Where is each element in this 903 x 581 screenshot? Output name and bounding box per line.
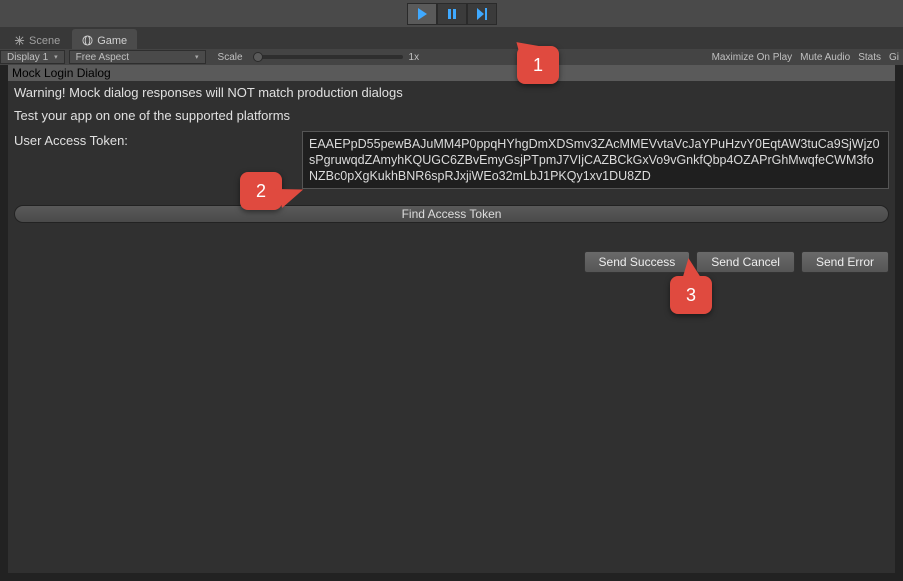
stats[interactable]: Stats [858,52,881,63]
play-icon [415,7,429,21]
scale-slider-knob[interactable] [253,52,263,62]
display-dropdown[interactable]: Display 1 ▾ [0,50,65,64]
playback-toolbar [0,0,903,27]
game-view: Mock Login Dialog Warning! Mock dialog r… [8,65,895,573]
annotation-1: 1 [517,46,559,84]
annotation-3-pointer [679,257,702,282]
tab-game-label: Game [97,35,127,47]
game-icon [82,35,93,46]
game-control-bar: Display 1 ▾ Free Aspect ▾ Scale 1x Maxim… [0,49,903,65]
mute-audio[interactable]: Mute Audio [800,52,850,63]
platform-hint: Test your app on one of the supported pl… [8,104,895,127]
send-error-button[interactable]: Send Error [801,251,889,273]
aspect-dropdown-label: Free Aspect [76,52,129,63]
warning-text: Warning! Mock dialog responses will NOT … [8,81,895,104]
scale-slider[interactable] [253,55,403,59]
scale-label: Scale [218,52,243,63]
find-access-token-button[interactable]: Find Access Token [14,205,889,223]
step-icon [475,7,489,21]
aspect-dropdown[interactable]: Free Aspect ▾ [69,50,206,64]
pause-icon [445,7,459,21]
play-button[interactable] [407,3,437,25]
scene-icon [14,35,25,46]
annotation-3-label: 3 [686,285,696,306]
scale-value: 1x [409,52,420,63]
annotation-3: 3 [670,276,712,314]
mock-login-dialog: Mock Login Dialog Warning! Mock dialog r… [8,65,895,273]
token-label: User Access Token: [14,131,294,148]
pause-button[interactable] [437,3,467,25]
display-dropdown-label: Display 1 [7,52,48,63]
tab-game[interactable]: Game [72,29,137,49]
send-success-button[interactable]: Send Success [584,251,691,273]
dialog-title: Mock Login Dialog [8,65,895,81]
tab-scene[interactable]: Scene [4,29,70,49]
send-cancel-button[interactable]: Send Cancel [696,251,795,273]
annotation-2: 2 [240,172,282,210]
view-tabs: Scene Game [0,27,903,49]
token-input[interactable]: EAAEPpD55pewBAJuMM4P0ppqHYhgDmXDSmv3ZAcM… [302,131,889,189]
tab-scene-label: Scene [29,35,60,47]
chevron-down-icon: ▾ [195,53,199,61]
step-button[interactable] [467,3,497,25]
annotation-2-label: 2 [256,181,266,202]
maximize-on-play[interactable]: Maximize On Play [712,52,793,63]
annotation-1-pointer [512,42,540,72]
chevron-down-icon: ▾ [54,53,58,61]
gizmos[interactable]: Gi [889,52,899,63]
